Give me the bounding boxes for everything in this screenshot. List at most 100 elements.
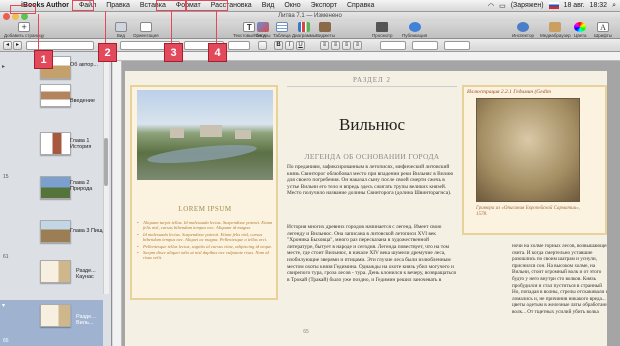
preview-icon: [376, 22, 389, 32]
fonts-button[interactable]: A Шрифты: [594, 22, 612, 38]
page-thumbnail-sidebar: Об автор... Введение Глава 1 История 15 …: [0, 52, 112, 346]
menu-window[interactable]: Окно: [279, 2, 305, 9]
widgets-icon: [319, 22, 332, 32]
page-number: 65: [303, 329, 309, 335]
text-line: свита. И когда смертельно уставшие: [512, 249, 593, 256]
gediminas-engraving[interactable]: [476, 98, 580, 202]
columns-dropdown[interactable]: [412, 41, 438, 50]
sidebar-page-number: 15: [3, 174, 9, 180]
illustration-title: Иллюстрация 2.2.1 Гедимин (Gedim: [467, 89, 551, 95]
text-line: пробудился и стал пуститься в странный: [512, 282, 603, 289]
table-icon: [275, 22, 288, 32]
table-button[interactable]: Таблица: [273, 22, 291, 38]
window-title-bar: Литва 7.1 — Изменено: [0, 12, 620, 21]
annotation-highlight: [156, 0, 186, 11]
inspector-icon: [516, 22, 529, 32]
line-spacing-dropdown[interactable]: [380, 41, 406, 50]
widgets-button[interactable]: Виджеты: [316, 22, 335, 38]
vertical-ruler[interactable]: [113, 61, 122, 346]
justify-button[interactable]: ≡: [353, 41, 362, 50]
orientation-icon: [139, 22, 152, 32]
sidebar-item-kaunas[interactable]: Разде... Каунас: [76, 268, 106, 280]
battery-icon[interactable]: ▭: [499, 2, 506, 10]
colors-button[interactable]: Цвета: [574, 22, 587, 38]
shapes-icon: [256, 22, 269, 32]
annotation-highlight: [186, 0, 228, 11]
list-item: Sacpm disce aliquet odio at nisl dapibus…: [137, 250, 273, 261]
chapter-label: РАЗДЕЛ 2: [287, 76, 457, 87]
list-item: Id malesuada lectus. Suspendisse potenti…: [137, 232, 273, 243]
thumbnail-chapter1[interactable]: [40, 132, 71, 155]
bold-button[interactable]: B: [274, 41, 283, 50]
sidebar-heading: LOREM IPSUM: [178, 205, 232, 213]
menu-view[interactable]: Вид: [257, 2, 280, 9]
sidebar-item-vilnius[interactable]: Разде... Виль...: [76, 314, 106, 326]
forward-arrow-icon[interactable]: ▸: [13, 41, 22, 50]
chart-button[interactable]: Диаграммы: [292, 22, 316, 38]
text-line: Вильни, стоит огромный волк и от этого: [512, 269, 602, 276]
minimize-window-icon[interactable]: [12, 13, 19, 20]
text-color-swatch[interactable]: [258, 41, 267, 50]
photo-building: [170, 128, 184, 138]
toolbar: + Добавить страницу Вид Ориентация T Текст…: [0, 21, 620, 39]
orientation-button[interactable]: Ориентация: [133, 22, 159, 38]
shapes-button[interactable]: Фигуры: [255, 22, 271, 38]
thumbnail-section-kaunas[interactable]: [40, 260, 71, 283]
close-window-icon[interactable]: [3, 13, 10, 20]
wifi-icon[interactable]: ◠: [488, 2, 494, 10]
inspector-button[interactable]: Инспектор: [512, 22, 534, 38]
format-bar: ◂ ▸ B I U ≡ ≡ ≡ ≡: [0, 39, 620, 52]
section-heading: ЛЕГЕНДА ОБ ОСНОВАНИИ ГОРОДА: [304, 152, 440, 161]
fonts-icon: A: [597, 22, 610, 32]
sidebar-current-page: 65: [3, 338, 9, 344]
thumbnail-chapter2[interactable]: [40, 176, 71, 199]
text-line: ночи на холме горных лесов, возвышающемс…: [512, 243, 607, 249]
text-line: разошлись по своим шатрам и уснули,: [512, 256, 597, 263]
media-browser-button[interactable]: Медиабраузер: [540, 22, 571, 38]
annotation-badge-1: 1: [34, 50, 53, 69]
illustration-caption: Гравюра из «Описания Европейской Сармати…: [476, 206, 580, 217]
sidebar-item-introduction[interactable]: Введение: [70, 98, 95, 104]
right-text-column[interactable]: ночи на холме горных лесов, возвышающемс…: [512, 243, 607, 316]
italic-button[interactable]: I: [285, 41, 294, 50]
thumbnail-chapter3[interactable]: [40, 220, 71, 243]
style-dropdown[interactable]: [26, 41, 94, 50]
body-paragraph[interactable]: История многих древних городов начинаетс…: [287, 224, 457, 283]
menu-edit[interactable]: Правка: [101, 2, 135, 9]
thumbnail-section-vilnius[interactable]: [40, 304, 71, 327]
font-size-field[interactable]: [228, 41, 250, 50]
battery-status[interactable]: (Заряжен): [511, 2, 544, 9]
menu-help[interactable]: Справка: [342, 2, 379, 9]
list-style-dropdown[interactable]: [444, 41, 470, 50]
annotation-badge-3: 3: [164, 43, 183, 62]
annotation-badge-2: 2: [98, 43, 117, 62]
publish-icon: [408, 22, 421, 32]
language-flag-icon[interactable]: [548, 2, 559, 9]
body-paragraph[interactable]: По преданиям, зафиксированным в летопися…: [287, 164, 457, 197]
text-line: цветы одетым в железные латы обработанны…: [512, 302, 607, 309]
annotation-line: [38, 14, 39, 54]
horizontal-ruler[interactable]: [113, 52, 620, 61]
clock-time[interactable]: 18:32: [590, 2, 608, 9]
sidebar-item-about-author[interactable]: Об автор...: [70, 62, 98, 68]
clock-date[interactable]: 18 авг.: [564, 2, 585, 9]
disclosure-triangle-icon[interactable]: ▾: [2, 302, 5, 309]
align-center-button[interactable]: ≡: [331, 41, 340, 50]
sidebar-scroll-thumb[interactable]: [104, 138, 108, 186]
view-button[interactable]: Вид: [115, 22, 127, 38]
menu-export[interactable]: Экспорт: [306, 2, 342, 9]
list-item: Aliquam turpis tellus. Id malesuada lect…: [137, 220, 273, 231]
chart-icon: [298, 22, 311, 32]
align-right-button[interactable]: ≡: [342, 41, 351, 50]
spotlight-search-icon[interactable]: ⌕: [612, 2, 616, 10]
annotation-highlight: [10, 5, 36, 14]
preview-button[interactable]: Просмотр: [372, 22, 393, 38]
zoom-window-icon[interactable]: [21, 13, 28, 20]
back-arrow-icon[interactable]: ◂: [3, 41, 12, 50]
disclosure-triangle-icon[interactable]: ▸: [2, 63, 5, 70]
publish-button[interactable]: Публикация: [402, 22, 427, 38]
thumbnail-introduction[interactable]: [40, 84, 71, 107]
underline-button[interactable]: U: [296, 41, 305, 50]
text-line: будто у него внутри сто волков. Князь: [512, 275, 596, 282]
align-left-button[interactable]: ≡: [320, 41, 329, 50]
